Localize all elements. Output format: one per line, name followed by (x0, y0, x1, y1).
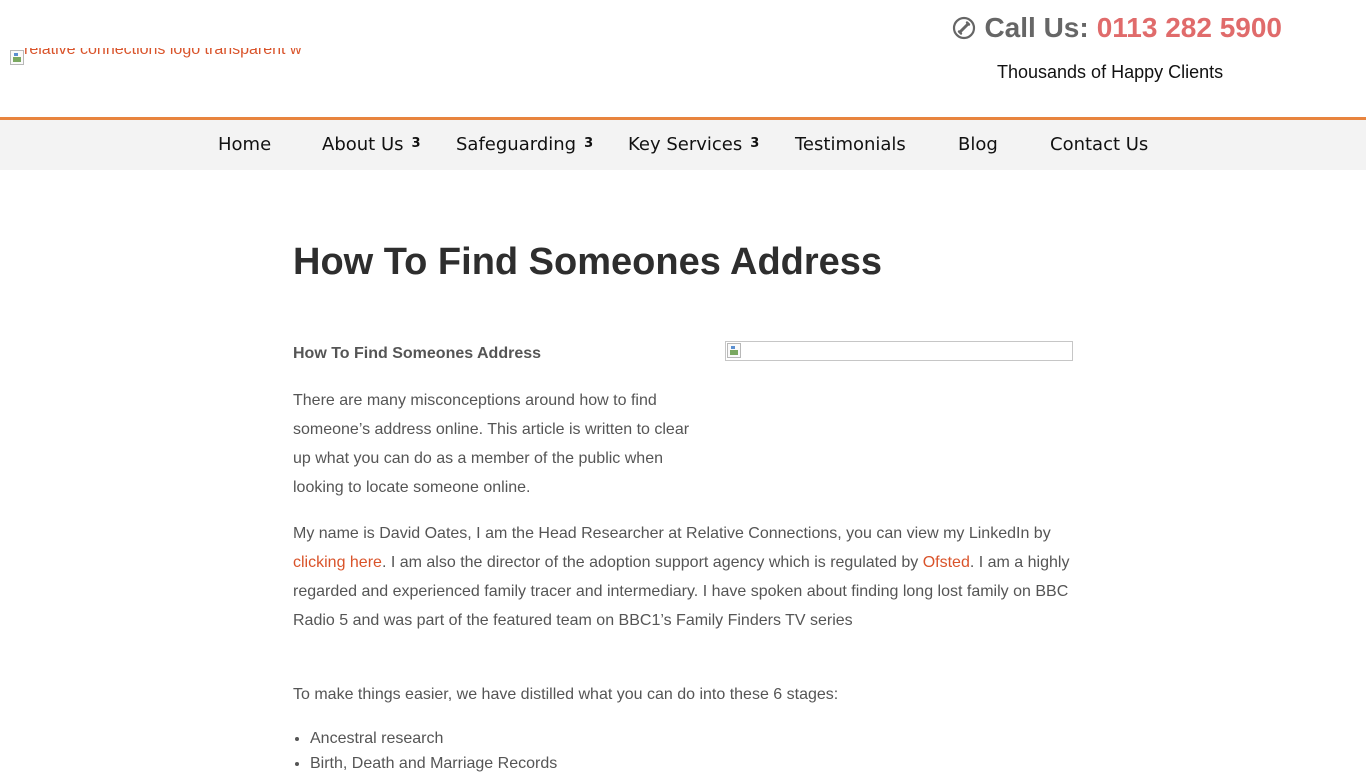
broken-image-icon (10, 50, 24, 65)
dropdown-arrow-icon: 3 (750, 136, 760, 151)
page-title: How To Find Someones Address (293, 241, 883, 283)
site-header: relative connections logo transparent w … (0, 0, 1366, 117)
nav-item-label: Contact Us (1050, 134, 1149, 155)
main-nav: Home About Us 3 Safeguarding 3 Key Service… (0, 117, 1366, 170)
phone-number-link[interactable]: 0113 282 5900 (1097, 12, 1282, 44)
call-us: Call Us: 0113 282 5900 (952, 12, 1282, 44)
linkedin-link[interactable]: clicking here (293, 554, 382, 571)
phone-icon (953, 16, 976, 40)
nav-item-label: Testimonials (795, 134, 906, 155)
dropdown-arrow-icon: 3 (584, 136, 594, 151)
site-logo[interactable]: relative connections logo transparent w (10, 48, 330, 68)
nav-item-about-us[interactable]: About Us 3 (322, 120, 421, 170)
author-text-1: My name is David Oates, I am the Head Re… (293, 525, 1051, 542)
list-item: Birth, Death and Marriage Records (310, 751, 557, 776)
nav-item-home[interactable]: Home (218, 120, 271, 170)
nav-item-label: Safeguarding (456, 134, 577, 155)
dropdown-arrow-icon: 3 (411, 136, 421, 151)
call-label: Call Us: (984, 12, 1089, 43)
ofsted-link[interactable]: Ofsted (923, 554, 970, 571)
intro-paragraph: There are many misconceptions around how… (293, 392, 690, 496)
nav-item-label: Home (218, 134, 272, 155)
nav-item-key-services[interactable]: Key Services 3 (628, 120, 759, 170)
stages-intro: To make things easier, we have distilled… (293, 686, 839, 703)
author-paragraph: My name is David Oates, I am the Head Re… (293, 519, 1073, 635)
article-image (725, 341, 1073, 361)
broken-image-icon (727, 343, 741, 358)
stages-list: Ancestral research Birth, Death and Marr… (293, 726, 557, 776)
nav-item-label: About Us (322, 134, 404, 155)
nav-item-label: Key Services (628, 134, 743, 155)
author-text-2: . I am also the director of the adoption… (381, 554, 923, 571)
nav-item-label: Blog (958, 134, 998, 155)
list-item: Ancestral research (310, 726, 557, 751)
nav-item-testimonials[interactable]: Testimonials (795, 120, 906, 170)
nav-item-safeguarding[interactable]: Safeguarding 3 (456, 120, 593, 170)
article: How To Find Someones Address How To Find… (293, 240, 1073, 772)
tagline: Thousands of Happy Clients (997, 62, 1224, 82)
nav-item-blog[interactable]: Blog (958, 120, 998, 170)
article-subheading: How To Find Someones Address (293, 345, 542, 362)
nav-item-contact-us[interactable]: Contact Us (1050, 120, 1148, 170)
logo-alt-text: relative connections logo transparent w (24, 48, 302, 58)
